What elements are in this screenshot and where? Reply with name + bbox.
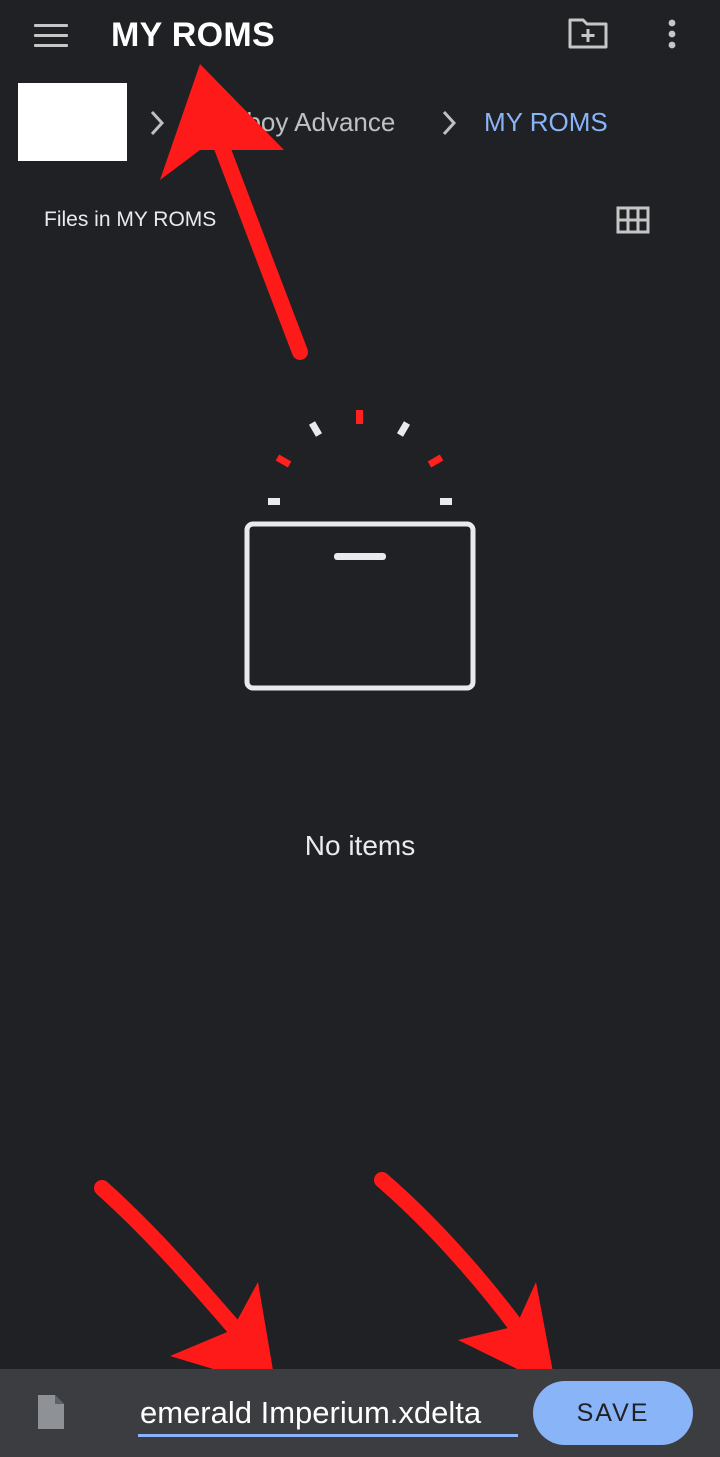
app-bar: MY ROMS bbox=[0, 0, 720, 74]
chevron-right-icon bbox=[438, 108, 460, 138]
save-button[interactable]: SAVE bbox=[533, 1381, 693, 1445]
root-location-thumbnail[interactable] bbox=[18, 83, 127, 161]
create-new-folder-icon[interactable] bbox=[565, 14, 611, 54]
breadcrumb-item-gameboy-advance[interactable]: eboy Advance bbox=[232, 107, 395, 138]
empty-state-message: No items bbox=[304, 830, 416, 861]
save-bar: SAVE bbox=[0, 1369, 720, 1457]
breadcrumb: eboy Advance MY ROMS bbox=[0, 80, 720, 168]
filename-input[interactable] bbox=[138, 1393, 518, 1437]
grid-view-icon[interactable] bbox=[614, 204, 652, 238]
hamburger-menu-icon[interactable] bbox=[30, 20, 72, 52]
document-icon bbox=[36, 1393, 66, 1431]
page-title: MY ROMS bbox=[111, 16, 275, 54]
more-vert-icon[interactable] bbox=[655, 14, 689, 54]
chevron-right-icon bbox=[146, 108, 168, 138]
files-section-heading: Files in MY ROMS bbox=[44, 208, 217, 231]
breadcrumb-item-current[interactable]: MY ROMS bbox=[484, 107, 608, 138]
empty-box-illustration bbox=[240, 400, 480, 700]
